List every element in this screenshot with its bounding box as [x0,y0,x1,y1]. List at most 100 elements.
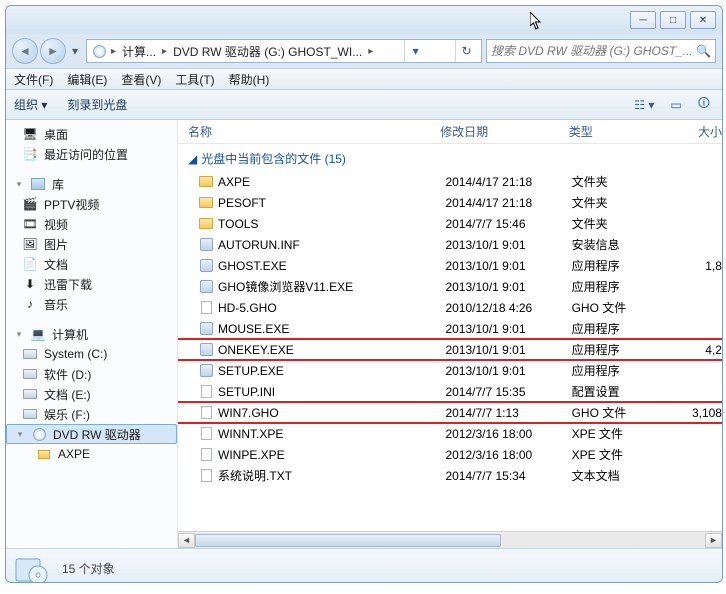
sidebar-item-drive-d[interactable]: 软件 (D:) [6,364,177,384]
file-size: 3,108 [673,406,722,420]
file-row[interactable]: SETUP.INI2014/7/7 15:35配置设置 [178,381,722,402]
search-input[interactable] [491,44,692,58]
chevron-down-icon[interactable]: ▾ [14,179,24,190]
search-icon[interactable]: 🔍 [696,44,711,58]
file-date: 2014/4/17 21:18 [445,175,571,189]
scroll-right-button[interactable]: ► [705,533,722,548]
file-type: GHO 文件 [572,299,674,316]
sidebar-item-pptv[interactable]: 🎬PPTV视频 [6,194,177,214]
sidebar-item-documents[interactable]: 📄文档 [6,254,177,274]
sidebar-item-drive-f[interactable]: 娱乐 (F:) [6,404,177,424]
file-row[interactable]: PESOFT2014/4/17 21:18文件夹 [178,192,722,213]
column-type[interactable]: 类型 [569,123,673,140]
file-row[interactable]: AXPE2014/4/17 21:18文件夹 [178,171,722,192]
sidebar-item-dvd-drive[interactable]: ▾DVD RW 驱动器 [6,424,177,444]
breadcrumb-computer[interactable]: 计算... [120,43,158,60]
chevron-right-icon[interactable]: ▸ [366,46,375,57]
file-icon [198,447,214,463]
sidebar-item-xunlei[interactable]: ⬇迅雷下载 [6,274,177,294]
file-name: AXPE [218,175,250,189]
file-row[interactable]: GHOST.EXE2013/10/1 9:01应用程序1,8 [178,255,722,276]
scroll-track[interactable] [195,533,705,548]
sidebar-item-drive-e[interactable]: 文档 (E:) [6,384,177,404]
sidebar-item-videos[interactable]: 🎞视频 [6,214,177,234]
horizontal-scrollbar[interactable]: ◄ ► [178,531,722,548]
search-box[interactable]: 🔍 [486,39,716,63]
file-row[interactable]: WIN7.GHO2014/7/7 1:13GHO 文件3,108 [178,402,722,423]
file-name: WINPE.XPE [218,448,285,462]
drive-icon [22,346,38,362]
history-dropdown[interactable]: ▾ [68,44,82,58]
file-row[interactable]: AUTORUN.INF2013/10/1 9:01安装信息 [178,234,722,255]
address-dropdown-icon[interactable]: ▾ [404,40,426,62]
file-icon [198,216,214,232]
file-icon [198,342,214,358]
close-button[interactable]: ✕ [690,11,716,29]
sidebar-item-pictures[interactable]: 🖼图片 [6,234,177,254]
file-row[interactable]: HD-5.GHO2010/12/18 4:26GHO 文件 [178,297,722,318]
sidebar-item-axpe[interactable]: AXPE [6,444,177,464]
file-type: 应用程序 [572,341,674,358]
sidebar-item-music[interactable]: ♪音乐 [6,294,177,314]
file-row[interactable]: WINNT.XPE2012/3/16 18:00XPE 文件 [178,423,722,444]
help-icon[interactable]: 🛈 [694,92,714,117]
file-date: 2014/7/7 15:34 [445,469,571,483]
breadcrumb-drive[interactable]: DVD RW 驱动器 (G:) GHOST_WI... [171,43,364,60]
scroll-thumb[interactable] [195,534,501,547]
chevron-down-icon[interactable]: ◢ [188,152,197,166]
back-button[interactable]: ◄ [12,38,38,64]
view-mode-button[interactable]: ☷ ▾ [630,96,658,114]
organize-button[interactable]: 组织 ▾ [14,96,47,113]
burn-button[interactable]: 刻录到光盘 [67,96,127,113]
chevron-right-icon[interactable]: ▸ [160,46,169,57]
column-date[interactable]: 修改日期 [440,123,569,140]
column-size[interactable]: 大小 [673,123,722,140]
maximize-button[interactable]: □ [660,11,686,29]
file-icon [198,384,214,400]
file-row[interactable]: ONEKEY.EXE2013/10/1 9:01应用程序4,2 [178,339,722,360]
file-icon [198,195,214,211]
file-row[interactable]: WINPE.XPE2012/3/16 18:00XPE 文件 [178,444,722,465]
file-icon [198,363,214,379]
file-row[interactable]: MOUSE.EXE2013/10/1 9:01应用程序 [178,318,722,339]
file-date: 2010/12/18 4:26 [445,301,571,315]
sidebar-item-recent[interactable]: 📑最近访问的位置 [6,144,177,164]
forward-button[interactable]: ► [40,38,66,64]
column-name[interactable]: 名称 [188,123,440,140]
music-icon: ♪ [22,296,38,312]
file-type: 应用程序 [572,320,674,337]
chevron-right-icon[interactable]: ▸ [109,46,118,57]
chevron-down-icon[interactable]: ▾ [15,429,25,440]
file-name: WINNT.XPE [218,427,283,441]
file-row[interactable]: GHO镜像浏览器V11.EXE2013/10/1 9:01应用程序 [178,276,722,297]
file-icon [198,300,214,316]
group-header[interactable]: ◢ 光盘中当前包含的文件 (15) [178,144,722,171]
file-row[interactable]: TOOLS2014/7/7 15:46文件夹 [178,213,722,234]
minimize-button[interactable]: ─ [630,11,656,29]
file-type: 安装信息 [572,236,674,253]
file-date: 2012/3/16 18:00 [445,448,571,462]
preview-pane-button[interactable]: ▭ [666,96,685,114]
file-type: 应用程序 [572,257,674,274]
file-date: 2013/10/1 9:01 [445,238,571,252]
scroll-left-button[interactable]: ◄ [178,533,195,548]
menu-view[interactable]: 查看(V) [121,71,161,88]
file-row[interactable]: 系统说明.TXT2014/7/7 15:34文本文档 [178,465,722,486]
sidebar-item-desktop[interactable]: 🖥桌面 [6,124,177,144]
sidebar-item-libraries[interactable]: ▾库 [6,174,177,194]
chevron-down-icon[interactable]: ▾ [14,329,24,340]
refresh-icon[interactable]: ↻ [455,40,477,62]
file-date: 2013/10/1 9:01 [445,322,571,336]
address-bar[interactable]: ▸ 计算... ▸ DVD RW 驱动器 (G:) GHOST_WI... ▸ … [86,39,482,63]
computer-icon: 💻 [30,326,46,342]
sidebar-item-drive-c[interactable]: System (C:) [6,344,177,364]
menu-file[interactable]: 文件(F) [14,71,53,88]
file-date: 2014/7/7 1:13 [445,406,571,420]
menu-edit[interactable]: 编辑(E) [67,71,107,88]
sidebar-item-computer[interactable]: ▾💻计算机 [6,324,177,344]
file-row[interactable]: SETUP.EXE2013/10/1 9:01应用程序 [178,360,722,381]
menu-help[interactable]: 帮助(H) [229,71,270,88]
file-date: 2013/10/1 9:01 [445,259,571,273]
menu-tools[interactable]: 工具(T) [175,71,214,88]
file-name: GHOST.EXE [218,259,287,273]
